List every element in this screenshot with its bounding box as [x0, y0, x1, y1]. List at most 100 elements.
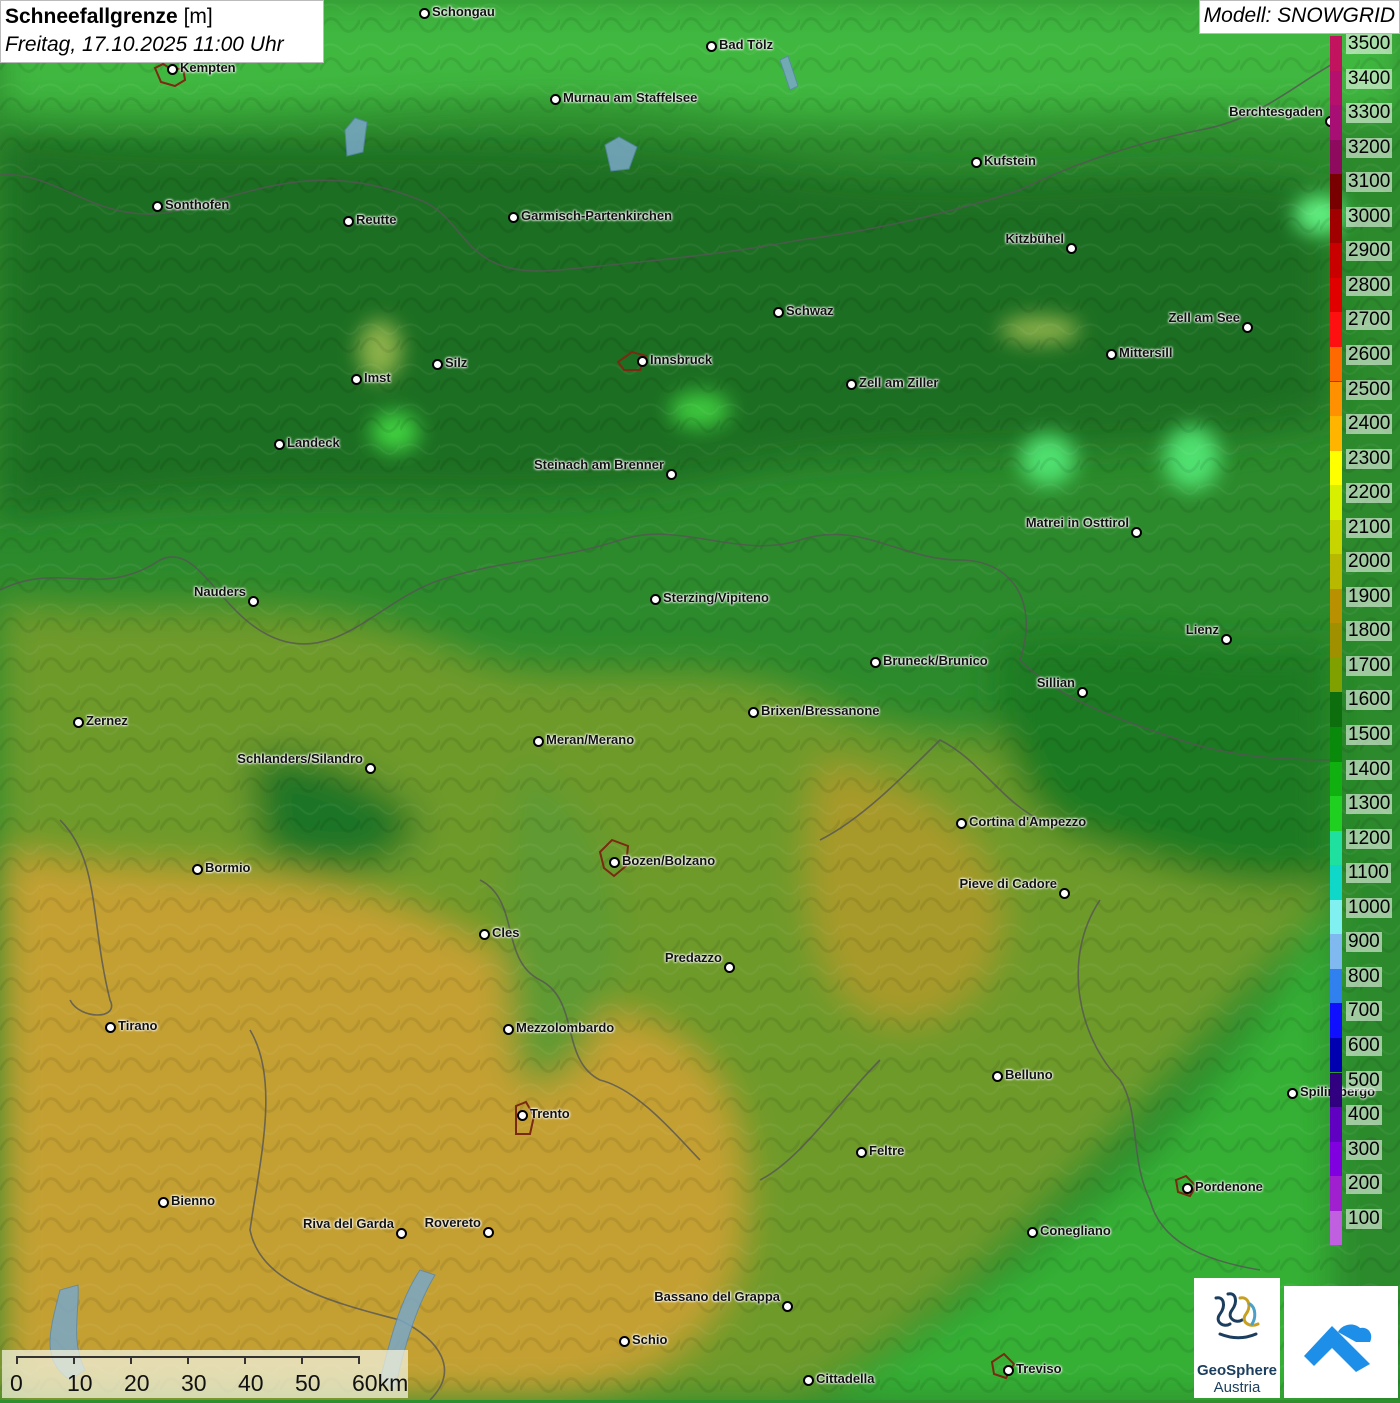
city-dot-icon: [846, 379, 857, 390]
city-label: Cittadella: [816, 1371, 875, 1386]
scale-tick: [73, 1356, 75, 1364]
city-dot-icon: [956, 818, 967, 829]
scale-label: 20: [124, 1370, 150, 1396]
legend-swatch: [1330, 968, 1342, 1004]
city-dot-icon: [1106, 349, 1117, 360]
geosphere-austria-logo[interactable]: GeoSphere Austria: [1194, 1278, 1280, 1398]
legend-label: 1700: [1346, 654, 1393, 676]
legend-item-400: 400: [1330, 1105, 1400, 1142]
app-logo[interactable]: [1284, 1286, 1398, 1398]
city-label: Predazzo: [664, 950, 722, 965]
city-label: Mezzolombardo: [516, 1020, 615, 1035]
legend-label: 2900: [1346, 240, 1393, 262]
city-dot-icon: [533, 736, 544, 747]
legend-label: 700: [1346, 1000, 1382, 1022]
legend-swatch: [1330, 1072, 1342, 1107]
city-dot-icon: [773, 307, 784, 318]
mountain-app-icon: [1304, 1324, 1372, 1372]
legend-swatch: [1330, 277, 1342, 313]
city-label: Belluno: [1005, 1067, 1053, 1082]
legend-swatch: [1330, 519, 1342, 555]
legend-label: 3400: [1346, 67, 1393, 89]
scale-tick: [130, 1356, 132, 1364]
legend-swatch: [1330, 208, 1342, 244]
austria-logo-text: Austria: [1213, 1379, 1261, 1396]
city-label: Imst: [364, 370, 391, 385]
city-dot-icon: [1077, 687, 1088, 698]
scalebar: 0 10 20 30 40 50 60km: [2, 1350, 408, 1398]
legend-item-2200: 2200: [1330, 483, 1400, 520]
city-dot-icon: [158, 1197, 169, 1208]
legend-label: 3100: [1346, 171, 1393, 193]
city-dot-icon: [650, 594, 661, 605]
legend-item-2300: 2300: [1330, 447, 1400, 486]
geosphere-emblem-icon: [1214, 1292, 1260, 1340]
legend-label: 1100: [1346, 862, 1391, 884]
city-label: Mittersill: [1119, 345, 1173, 360]
legend-swatch: [1330, 312, 1342, 347]
legend-swatch: [1330, 36, 1342, 71]
city-label: Bruneck/Brunico: [883, 653, 988, 668]
city-dot-icon: [1131, 527, 1142, 538]
legend-item-1600: 1600: [1330, 690, 1400, 727]
legend-swatch: [1330, 243, 1342, 278]
legend-label: 2300: [1346, 447, 1393, 469]
legend-item-2700: 2700: [1330, 310, 1400, 347]
legend-label: 100: [1346, 1207, 1382, 1229]
legend-item-2600: 2600: [1330, 344, 1400, 382]
scale-tick: [358, 1356, 360, 1364]
map-title: Schneefallgrenze [m]: [5, 3, 319, 31]
city-dot-icon: [479, 929, 490, 940]
legend-item-600: 600: [1330, 1035, 1400, 1073]
city-label: Silz: [445, 355, 468, 370]
city-dot-icon: [1059, 888, 1070, 899]
legend-swatch: [1330, 1037, 1342, 1073]
city-label: Bozen/Bolzano: [622, 853, 716, 868]
legend-item-700: 700: [1330, 1000, 1400, 1038]
legend-label: 1900: [1346, 585, 1393, 607]
city-label: Rovereto: [424, 1215, 481, 1230]
legend-label: 1200: [1346, 827, 1393, 849]
city-dot-icon: [396, 1228, 407, 1239]
city-label: Bassano del Grappa: [654, 1289, 780, 1304]
model-label: Modell: SNOWGRID: [1198, 0, 1400, 34]
legend-label: 1300: [1346, 793, 1393, 815]
legend-label: 2800: [1346, 274, 1393, 296]
city-dot-icon: [432, 359, 443, 370]
city-dot-icon: [666, 469, 677, 480]
legend-item-3400: 3400: [1330, 67, 1400, 106]
legend-swatch: [1330, 865, 1342, 900]
legend-label: 3300: [1346, 102, 1393, 124]
city-label: Zell am Ziller: [859, 375, 939, 390]
city-dot-icon: [637, 356, 648, 367]
map-title-box: Schneefallgrenze [m] Freitag, 17.10.2025…: [0, 0, 324, 63]
city-dot-icon: [971, 157, 982, 168]
legend-swatch: [1330, 1107, 1342, 1142]
legend-swatch: [1330, 346, 1342, 382]
city-label: Sonthofen: [165, 197, 230, 212]
city-label: Landeck: [287, 435, 340, 450]
legend-label: 800: [1346, 965, 1382, 987]
legend-label: 900: [1346, 931, 1382, 953]
legend-item-2500: 2500: [1330, 378, 1400, 416]
city-label: Riva del Garda: [302, 1216, 394, 1231]
legend-item-300: 300: [1330, 1139, 1400, 1177]
city-dot-icon: [724, 962, 735, 973]
legend-label: 500: [1346, 1069, 1382, 1091]
legend-swatch: [1330, 450, 1342, 486]
city-label: Schongau: [432, 4, 495, 19]
city-dot-icon: [365, 763, 376, 774]
scale-label: 40: [238, 1370, 264, 1396]
city-label: Kufstein: [984, 153, 1036, 168]
city-label: Cles: [492, 925, 520, 940]
legend-label: 1400: [1346, 758, 1393, 780]
city-dot-icon: [803, 1375, 814, 1386]
city-label: Matrei in Osttirol: [1025, 515, 1129, 530]
city-dot-icon: [1066, 243, 1077, 254]
city-label: Bad Tölz: [719, 37, 774, 52]
scale-label: 0: [10, 1370, 23, 1396]
city-dot-icon: [1242, 322, 1253, 333]
legend-label: 1800: [1346, 620, 1393, 642]
legend-item-2900: 2900: [1330, 240, 1400, 278]
legend-label: 2500: [1346, 378, 1393, 400]
